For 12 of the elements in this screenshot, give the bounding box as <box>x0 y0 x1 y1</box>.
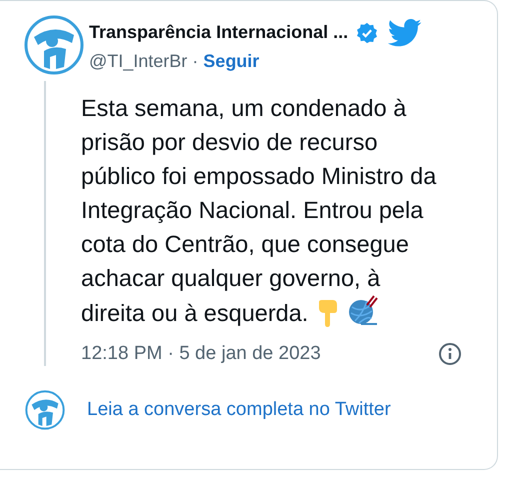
yarn-ball-icon <box>347 295 380 327</box>
author-name: Transparência Internacional ... <box>89 22 348 43</box>
tweet-text: Esta semana, um condenado à prisão por desvio de recurso público foi empossado Ministro da Integração Nacional. Entrou pela cota do Centrão, que consegue achacar qualquer governo, à direita ou à esquerda. <box>81 94 438 329</box>
timestamp[interactable]: 12:18 PM · 5 de jan de 2023 <box>81 343 321 365</box>
read-conversation-link[interactable]: Leia a conversa completa no Twitter <box>87 399 391 421</box>
bird-logo-icon[interactable] <box>388 18 422 46</box>
avatar-icon <box>24 15 84 75</box>
follow-link[interactable]: Seguir <box>203 50 260 72</box>
separator: · <box>192 50 198 72</box>
info-icon[interactable] <box>438 342 462 366</box>
avatar-icon <box>25 390 65 430</box>
author-handle: @TI_InterBr <box>89 50 188 72</box>
